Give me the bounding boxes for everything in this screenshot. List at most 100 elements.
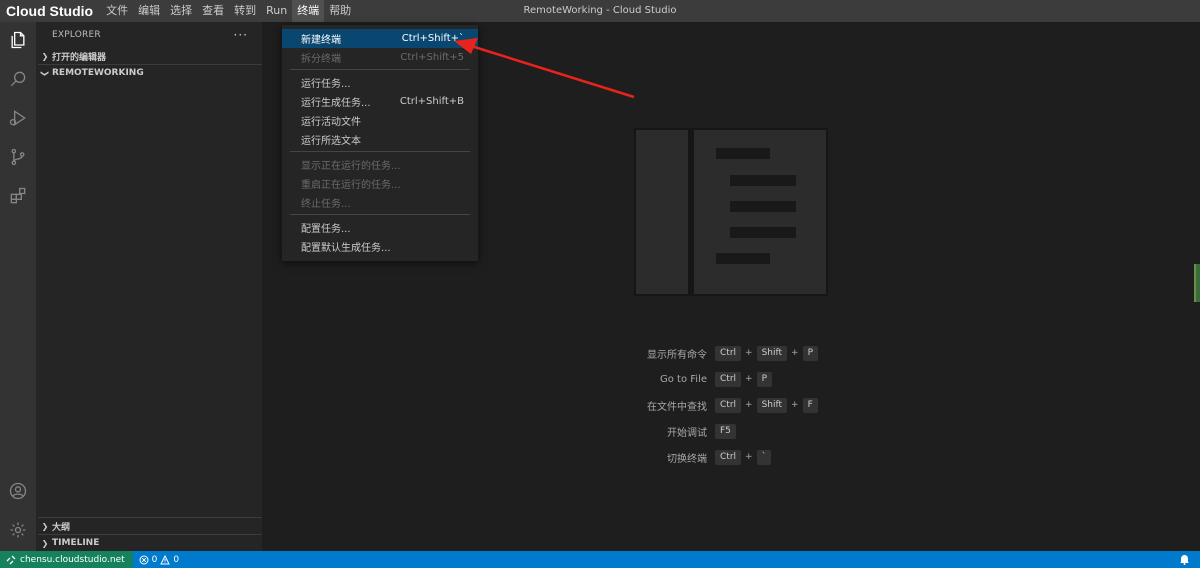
terminal-menu-item: 重启正在运行的任务... [282,174,478,193]
menu-2[interactable]: 选择 [165,0,197,22]
section-open-editors[interactable]: ❯ 打开的编辑器 [36,48,262,64]
settings-gear-icon[interactable] [6,518,30,542]
menu-item-label: 运行所选文本 [301,136,361,147]
menu-3[interactable]: 查看 [197,0,229,22]
terminal-menu-item: 拆分终端 Ctrl+Shift+5 [282,48,478,67]
shortcut-row: 切换终端 Ctrl + ` [592,444,892,470]
terminal-menu-item[interactable]: 新建终端 Ctrl+Shift+` [282,29,478,48]
error-icon [139,555,149,564]
section-label: TIMELINE [52,538,100,548]
more-actions-icon[interactable]: ··· [234,28,248,42]
terminal-menu-item[interactable]: 运行生成任务... Ctrl+Shift+B [282,92,478,111]
menu-item-label: 终止任务... [301,199,351,210]
menu-item-label: 配置默认生成任务... [301,243,391,254]
section-timeline[interactable]: ❯ TIMELINE [36,535,262,551]
plus-sign: + [745,400,753,410]
shortcut-row: 显示所有命令 Ctrl + Shift + P [592,340,892,366]
status-bar: chensu.cloudstudio.net 0 0 [0,551,1200,568]
menu-7[interactable]: 帮助 [324,0,356,22]
sidebar-explorer: EXPLORER ··· ❯ 打开的编辑器 ❯ REMOTEWORKING ❯ … [36,22,262,551]
title-bar: Cloud Studio 文件 编辑 选择 查看 转到 Run 终端 帮助 RemoteWor… [0,0,1200,22]
chevron-right-icon: ❯ [41,521,49,531]
watermark-bar [716,253,770,264]
menu-1[interactable]: 编辑 [133,0,165,22]
shortcut-row: 在文件中查找 Ctrl + Shift + F [592,392,892,418]
notifications-bell-icon[interactable] [1179,553,1190,565]
remote-icon [6,555,16,564]
watermark-bar [730,227,796,238]
shortcut-keys: F5 [715,423,736,439]
menu-separator [290,214,470,215]
section-label: REMOTEWORKING [52,68,144,78]
section-label: 大纲 [52,522,71,533]
keycap: F5 [715,423,736,439]
terminal-menu-item[interactable]: 运行所选文本 [282,130,478,149]
menu-item-label: 配置任务... [301,224,351,235]
menu-item-label: 显示正在运行的任务... [301,161,401,172]
search-icon[interactable] [6,67,30,91]
watermark-bar [730,201,796,212]
terminal-menu-item[interactable]: 配置默认生成任务... [282,237,478,256]
shortcut-label: 开始调试 [667,427,707,439]
account-icon[interactable] [6,479,30,503]
menu-6[interactable]: 终端 [292,0,325,22]
menu-item-shortcut: Ctrl+Shift+` [401,33,464,44]
watermark-logo [634,128,828,296]
problems-indicator[interactable]: 0 0 [133,554,180,565]
source-control-icon[interactable] [6,145,30,169]
chevron-right-icon: ❯ [41,51,49,61]
menu-4[interactable]: 转到 [229,0,261,22]
menu-bar: 文件 编辑 选择 查看 转到 Run 终端 帮助 [101,0,356,22]
shortcut-keys: Ctrl + Shift + P [715,345,819,361]
plus-sign: + [745,374,753,384]
menu-separator [290,151,470,152]
terminal-menu-item: 终止任务... [282,193,478,212]
explorer-header: EXPLORER ··· [36,22,262,48]
menu-5[interactable]: Run [261,0,292,22]
welcome-shortcuts: 显示所有命令 Ctrl + Shift + P Go to File Ctrl + P 在文件中查找… [592,340,892,470]
menu-item-label: 重启正在运行的任务... [301,180,401,191]
section-label: 打开的编辑器 [52,52,107,63]
shortcut-label: 显示所有命令 [647,349,707,361]
watermark-bar [716,148,770,159]
shortcut-row: 开始调试 F5 [592,418,892,444]
warning-count: 0 [173,554,180,565]
shortcut-row: Go to File Ctrl + P [592,366,892,392]
keycap: ` [756,449,772,465]
keycap: Ctrl [715,449,742,465]
keycap: Ctrl [715,397,742,413]
terminal-menu-item[interactable]: 运行活动文件 [282,111,478,130]
menu-item-label: 拆分终端 [301,54,341,65]
error-count: 0 [151,554,158,565]
keycap: F [802,397,818,413]
explorer-title: EXPLORER [52,30,101,40]
menu-item-shortcut: Ctrl+Shift+B [399,96,464,107]
plus-sign: + [745,452,753,462]
terminal-menu-item[interactable]: 配置任务... [282,218,478,237]
plus-sign: + [791,400,799,410]
keycap: Shift [756,345,788,361]
terminal-menu-item: 显示正在运行的任务... [282,155,478,174]
shortcut-label: 在文件中查找 [647,401,707,413]
terminal-menu-item[interactable]: 运行任务... [282,73,478,92]
menu-separator [290,69,470,70]
menu-item-label: 运行生成任务... [301,98,371,109]
watermark-bar [730,175,796,186]
explorer-icon[interactable] [6,28,30,52]
menu-item-label: 运行任务... [301,79,351,90]
app-brand: Cloud Studio [6,3,94,19]
shortcut-label: 切换终端 [667,453,707,465]
run-debug-icon[interactable] [6,106,30,130]
plus-sign: + [745,348,753,358]
extensions-icon[interactable] [6,184,30,208]
remote-host: chensu.cloudstudio.net [20,554,125,565]
scrollbar-marker[interactable] [1194,264,1200,302]
keycap: P [802,345,819,361]
menu-0[interactable]: 文件 [101,0,133,22]
remote-indicator[interactable]: chensu.cloudstudio.net [0,551,133,568]
keycap: Ctrl [715,371,742,387]
section-remoteworking[interactable]: ❯ REMOTEWORKING [36,65,262,81]
section-outline[interactable]: ❯ 大纲 [36,518,262,534]
terminal-menu: 新建终端 Ctrl+Shift+` 拆分终端 Ctrl+Shift+5 运行任务... 运… [282,25,478,261]
menu-item-label: 新建终端 [301,35,341,46]
